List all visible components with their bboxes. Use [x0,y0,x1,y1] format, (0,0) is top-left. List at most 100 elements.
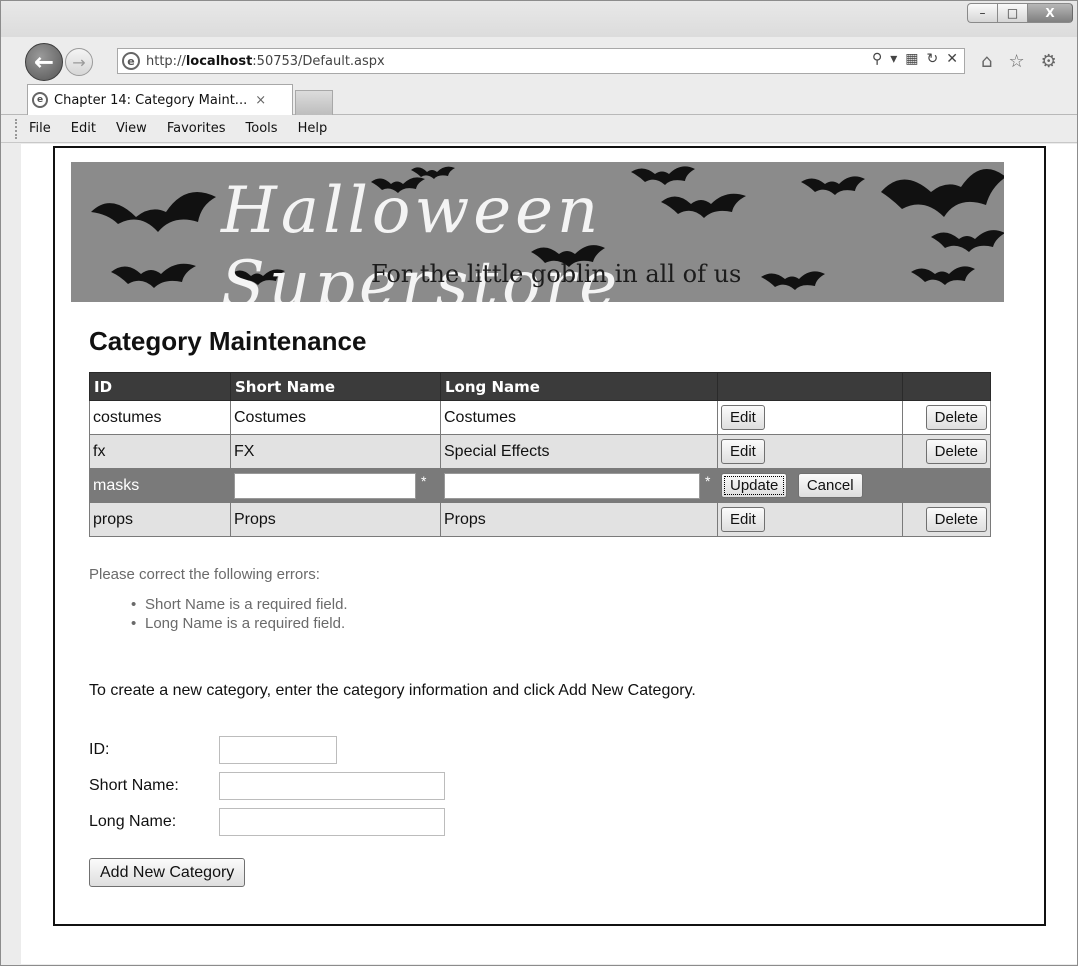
url-text[interactable]: http://localhost:50753/Default.aspx [146,54,385,69]
long-name-input[interactable] [219,808,445,836]
cell-edit: Edit [717,400,903,435]
chevron-down-icon[interactable]: ▾ [890,51,897,67]
table-row-editing: masks * * Update Cancel [89,468,991,503]
short-name-label: Short Name: [89,777,179,794]
required-marker: * [705,472,711,489]
menu-help[interactable]: Help [288,121,338,136]
page-container: Halloween Superstore For the little gobl… [53,146,1046,926]
col-header-short-name: Short Name [230,372,441,401]
id-label: ID: [89,741,110,758]
compatibility-view-icon[interactable]: ▦ [905,51,918,67]
gear-icon[interactable]: ⚙ [1041,51,1057,72]
update-button[interactable]: Update [721,473,788,498]
cell-update-cancel: Update Cancel [717,468,903,503]
cell-long-name: Special Effects [440,434,718,469]
cell-long-name: Props [440,502,718,537]
cell-short-name-edit: * [230,468,441,503]
validation-error: Short Name is a required field. [131,595,348,614]
validation-header: Please correct the following errors: [89,566,320,583]
col-header-delete [902,372,991,401]
cell-short-name: Props [230,502,441,537]
cell-short-name: FX [230,434,441,469]
add-new-category-button[interactable]: Add New Category [89,858,246,887]
delete-button[interactable]: Delete [925,439,987,464]
form-row-id: ID: [89,736,337,764]
favorites-icon[interactable]: ☆ [1008,51,1024,72]
cell-edit: Edit [717,434,903,469]
close-button[interactable]: X [1027,3,1073,23]
table-row: props Props Props Edit Delete [89,502,991,537]
maximize-button[interactable]: □ [997,3,1027,23]
cell-delete: Delete [902,434,991,469]
cell-id: fx [89,434,231,469]
tab-strip: e Chapter 14: Category Maint... × [1,81,1077,115]
bat-shape [91,192,216,232]
menu-bar: File Edit View Favorites Tools Help [1,115,1077,143]
address-tools: ⚲ ▾ ▦ ↻ ✕ [872,51,958,67]
long-name-label: Long Name: [89,813,177,830]
cell-edit: Edit [717,502,903,537]
validation-summary: Please correct the following errors: Sho… [89,566,348,633]
tab-close-icon[interactable]: × [255,93,266,108]
col-header-long-name: Long Name [440,372,718,401]
page-viewport: Halloween Superstore For the little gobl… [21,144,1077,964]
url-prefix: http:// [146,53,186,69]
form-row-short-name: Short Name: [89,772,445,800]
menu-tools[interactable]: Tools [236,121,288,136]
menu-edit[interactable]: Edit [61,121,106,136]
banner: Halloween Superstore For the little gobl… [71,162,1004,302]
cell-empty [902,468,991,503]
navigation-bar: ← → e http://localhost:50753/Default.asp… [1,37,1077,81]
delete-button[interactable]: Delete [925,405,987,430]
new-tab-button[interactable] [295,90,333,115]
col-header-id: ID [89,372,231,401]
menu-file[interactable]: File [21,121,61,136]
delete-button[interactable]: Delete [925,507,987,532]
category-grid: ID Short Name Long Name costumes Costume… [89,372,991,537]
id-input[interactable] [219,736,337,764]
window-controls: – □ X [967,3,1073,23]
stop-icon[interactable]: ✕ [946,51,958,67]
edit-button[interactable]: Edit [721,507,765,532]
cell-long-name-edit: * [440,468,718,503]
cell-id: masks [89,468,231,503]
url-path: :50753/Default.aspx [252,53,385,69]
toolbar-icons: ⌂ ☆ ⚙ [981,51,1057,72]
table-row: costumes Costumes Costumes Edit Delete [89,400,991,435]
back-button[interactable]: ← [25,43,63,81]
forward-button[interactable]: → [65,48,93,76]
address-bar[interactable]: e http://localhost:50753/Default.aspx ⚲ … [117,48,965,74]
tab-active[interactable]: e Chapter 14: Category Maint... × [27,84,293,115]
table-row: fx FX Special Effects Edit Delete [89,434,991,469]
grid-header-row: ID Short Name Long Name [89,372,991,401]
instructions-text: To create a new category, enter the cate… [89,682,696,699]
cell-id: props [89,502,231,537]
page-icon: e [32,92,48,108]
required-marker: * [421,472,427,489]
long-name-edit-input[interactable] [444,472,700,499]
edit-button[interactable]: Edit [721,439,765,464]
page-title: Category Maintenance [89,326,367,356]
form-row-long-name: Long Name: [89,808,445,836]
browser-window: – □ X ← → e http://localhost:50753/Defau… [0,0,1078,966]
title-bar: – □ X [1,1,1077,37]
tab-title: Chapter 14: Category Maint... [54,92,248,108]
cell-delete: Delete [902,400,991,435]
url-host: localhost [185,53,253,69]
ie-icon: e [122,52,140,70]
short-name-input[interactable] [219,772,445,800]
menu-favorites[interactable]: Favorites [157,121,236,136]
cancel-button[interactable]: Cancel [797,473,863,498]
bat-shape [111,263,196,288]
search-icon[interactable]: ⚲ [872,51,882,67]
short-name-edit-input[interactable] [234,472,416,499]
home-icon[interactable]: ⌂ [981,51,992,72]
cell-long-name: Costumes [440,400,718,435]
validation-error: Long Name is a required field. [131,614,348,633]
minimize-button[interactable]: – [967,3,997,23]
cell-id: costumes [89,400,231,435]
menu-view[interactable]: View [106,121,157,136]
edit-button[interactable]: Edit [721,405,765,430]
refresh-icon[interactable]: ↻ [927,51,939,67]
validation-error-list: Short Name is a required field. Long Nam… [89,595,348,633]
